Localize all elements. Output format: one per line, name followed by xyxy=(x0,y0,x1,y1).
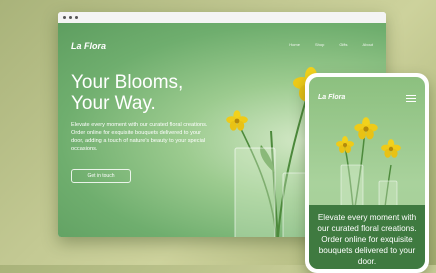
nav-item-about[interactable]: About xyxy=(363,42,373,47)
top-nav: Home Shop Gifts About xyxy=(289,42,373,47)
nav-item-shop[interactable]: Shop xyxy=(315,42,324,47)
mobile-brand-logo[interactable]: La Flora xyxy=(318,94,345,101)
hero-title-line2: Your Way. xyxy=(71,93,156,114)
mobile-flowers-image xyxy=(336,117,401,207)
mobile-phone-mockup: La Flora Elevate every moment with our c… xyxy=(305,73,429,273)
window-dot-icon xyxy=(75,16,78,19)
hero-title-line1: Your Blooms, xyxy=(71,72,184,93)
window-dot-icon xyxy=(69,16,72,19)
hamburger-menu-icon[interactable] xyxy=(406,95,416,104)
window-dot-icon xyxy=(63,16,66,19)
nav-item-gifts[interactable]: Gifts xyxy=(339,42,347,47)
mobile-hero-description: Elevate every moment with our curated fl… xyxy=(309,205,425,269)
get-in-touch-button[interactable]: Get in touch xyxy=(71,169,131,183)
hero-title: Your Blooms, Your Way. xyxy=(71,72,183,114)
nav-item-home[interactable]: Home xyxy=(289,42,300,47)
brand-logo[interactable]: La Flora xyxy=(71,41,106,51)
mobile-website: La Flora Elevate every moment with our c… xyxy=(309,77,425,269)
hero-description: Elevate every moment with our curated fl… xyxy=(71,122,208,152)
browser-titlebar xyxy=(58,12,386,23)
